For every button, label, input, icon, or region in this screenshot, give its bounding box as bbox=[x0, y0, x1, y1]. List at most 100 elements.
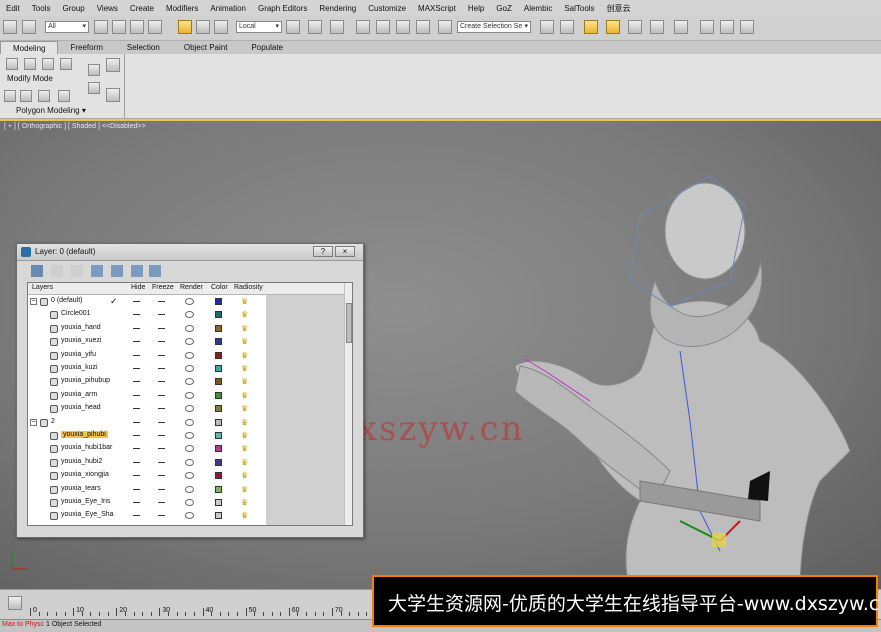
freeze-toggle[interactable] bbox=[158, 448, 165, 450]
layer-color-swatch[interactable] bbox=[215, 512, 222, 520]
render-teapot-icon[interactable] bbox=[185, 391, 194, 399]
rotate-icon[interactable] bbox=[196, 20, 210, 34]
hide-toggle[interactable] bbox=[133, 435, 140, 436]
mode-label[interactable]: Max to Physc bbox=[2, 621, 44, 628]
render-teapot-icon[interactable] bbox=[185, 512, 194, 520]
scroll-thumb[interactable] bbox=[346, 303, 352, 343]
layer-color-swatch[interactable] bbox=[215, 298, 222, 305]
layer-name[interactable]: youxia_xiongjia bbox=[61, 471, 109, 478]
layer-name[interactable]: youxia_yifu bbox=[61, 351, 96, 358]
material-editor-icon[interactable] bbox=[674, 20, 688, 34]
render-teapot-icon[interactable] bbox=[185, 418, 194, 426]
soft-select-icon[interactable] bbox=[58, 90, 70, 102]
hide-toggle[interactable] bbox=[133, 314, 140, 316]
render-teapot-icon[interactable] bbox=[185, 472, 194, 480]
hide-toggle[interactable] bbox=[133, 488, 140, 490]
edge-icon[interactable] bbox=[24, 58, 36, 70]
layer-color-swatch[interactable] bbox=[215, 405, 222, 413]
freeze-toggle[interactable] bbox=[158, 381, 165, 383]
layer-color-swatch[interactable] bbox=[215, 432, 222, 439]
layer-color-swatch[interactable] bbox=[215, 351, 222, 359]
hide-toggle[interactable] bbox=[133, 475, 140, 477]
hide-toggle[interactable] bbox=[133, 408, 140, 410]
layer-list-scrollbar[interactable] bbox=[344, 283, 352, 525]
freeze-toggle[interactable] bbox=[158, 394, 165, 396]
col-layers[interactable]: Layers bbox=[32, 284, 53, 291]
hide-toggle[interactable] bbox=[133, 448, 140, 450]
layer-row[interactable]: youxia_tears ♛ bbox=[28, 483, 344, 496]
layer-color-swatch[interactable] bbox=[215, 472, 222, 480]
polygon-modeling-label[interactable]: Polygon Modeling ▾ bbox=[16, 106, 86, 115]
menu-item[interactable]: Group bbox=[56, 4, 90, 13]
border-icon[interactable] bbox=[42, 58, 54, 70]
freeze-toggle[interactable] bbox=[158, 435, 165, 436]
freeze-toggle[interactable] bbox=[158, 301, 165, 302]
current-layer-check-icon[interactable]: ✓ bbox=[110, 296, 118, 307]
layer-row[interactable]: youxia_arm ♛ bbox=[28, 389, 344, 402]
layer-list[interactable]: Layers Hide Freeze Render Color Radiosit… bbox=[27, 282, 353, 526]
freeze-toggle[interactable] bbox=[158, 502, 165, 503]
freeze-toggle[interactable] bbox=[158, 327, 165, 329]
selection-filter-dropdown[interactable]: All bbox=[45, 21, 89, 33]
hide-toggle[interactable] bbox=[133, 394, 140, 396]
menu-item[interactable]: MAXScript bbox=[412, 4, 462, 13]
expand-toggle-icon[interactable]: − bbox=[30, 418, 37, 426]
layer-row[interactable]: − 2 ♛ bbox=[28, 416, 344, 429]
timeline-toggle-icon[interactable] bbox=[8, 596, 22, 610]
menu-item[interactable]: Animation bbox=[204, 4, 252, 13]
freeze-toggle[interactable] bbox=[158, 354, 165, 356]
layer-name[interactable]: youxia_arm bbox=[61, 391, 97, 398]
freeze-toggle[interactable] bbox=[158, 368, 165, 369]
radiosity-icon[interactable]: ♛ bbox=[241, 485, 251, 494]
highlight-layer-icon[interactable] bbox=[111, 265, 123, 277]
hide-toggle[interactable] bbox=[133, 381, 140, 383]
layer-row[interactable]: − 0 (default) ✓ ♛ bbox=[28, 295, 344, 308]
dialog-titlebar[interactable]: Layer: 0 (default) ? × bbox=[17, 244, 363, 261]
snap-toggle-icon[interactable] bbox=[356, 20, 370, 34]
hide-toggle[interactable] bbox=[133, 301, 140, 302]
show-end-result-icon[interactable] bbox=[106, 58, 120, 72]
vertex-icon[interactable] bbox=[6, 58, 18, 70]
menu-item[interactable]: Customize bbox=[362, 4, 412, 13]
hide-toggle[interactable] bbox=[133, 354, 140, 356]
freeze-toggle[interactable] bbox=[158, 488, 165, 490]
menu-item[interactable]: Help bbox=[462, 4, 490, 13]
menu-item[interactable]: GoZ bbox=[490, 4, 518, 13]
col-render[interactable]: Render bbox=[180, 284, 203, 291]
window-crossing-icon[interactable] bbox=[148, 20, 162, 34]
render-teapot-icon[interactable] bbox=[185, 378, 194, 386]
preview-icon[interactable] bbox=[20, 90, 32, 102]
select-manipulate-icon[interactable] bbox=[308, 20, 322, 34]
layer-name[interactable]: youxia_xuezi bbox=[61, 337, 101, 344]
render-teapot-icon[interactable] bbox=[185, 298, 194, 305]
col-freeze[interactable]: Freeze bbox=[152, 284, 174, 291]
ribbon-tab[interactable]: Populate bbox=[239, 41, 295, 54]
layer-row[interactable]: Circle001 ♛ bbox=[28, 308, 344, 321]
render-teapot-icon[interactable] bbox=[185, 365, 194, 372]
radiosity-icon[interactable]: ♛ bbox=[241, 431, 251, 440]
layer-name[interactable]: youxia_hubi1bar bbox=[61, 444, 112, 451]
layer-name[interactable]: youxia_hand bbox=[61, 324, 101, 331]
render-teapot-icon[interactable] bbox=[185, 324, 194, 332]
menu-item[interactable]: Alembic bbox=[518, 4, 558, 13]
render-teapot-icon[interactable] bbox=[185, 499, 194, 506]
collapse-stack-icon[interactable] bbox=[106, 88, 120, 102]
select-object-icon[interactable] bbox=[94, 20, 108, 34]
named-selection-input[interactable]: Create Selection Se bbox=[457, 21, 531, 33]
hide-toggle[interactable] bbox=[133, 502, 140, 503]
layer-color-swatch[interactable] bbox=[215, 458, 222, 466]
menu-item[interactable]: Modifiers bbox=[160, 4, 204, 13]
schematic-view-icon[interactable] bbox=[650, 20, 664, 34]
ignore-backface-icon[interactable] bbox=[38, 90, 50, 102]
menu-item[interactable]: Graph Editors bbox=[252, 4, 313, 13]
angle-snap-icon[interactable] bbox=[376, 20, 390, 34]
freeze-all-icon[interactable] bbox=[149, 265, 161, 277]
radiosity-icon[interactable]: ♛ bbox=[241, 444, 251, 453]
layer-color-swatch[interactable] bbox=[215, 418, 222, 426]
radiosity-icon[interactable]: ♛ bbox=[241, 337, 251, 346]
graphite-toggle-icon[interactable] bbox=[606, 20, 620, 34]
element-icon[interactable] bbox=[4, 90, 16, 102]
scale-icon[interactable] bbox=[214, 20, 228, 34]
timeline-track[interactable]: 0 10 20 30 40 50 60 70 bbox=[30, 607, 376, 618]
radiosity-icon[interactable]: ♛ bbox=[241, 364, 251, 373]
